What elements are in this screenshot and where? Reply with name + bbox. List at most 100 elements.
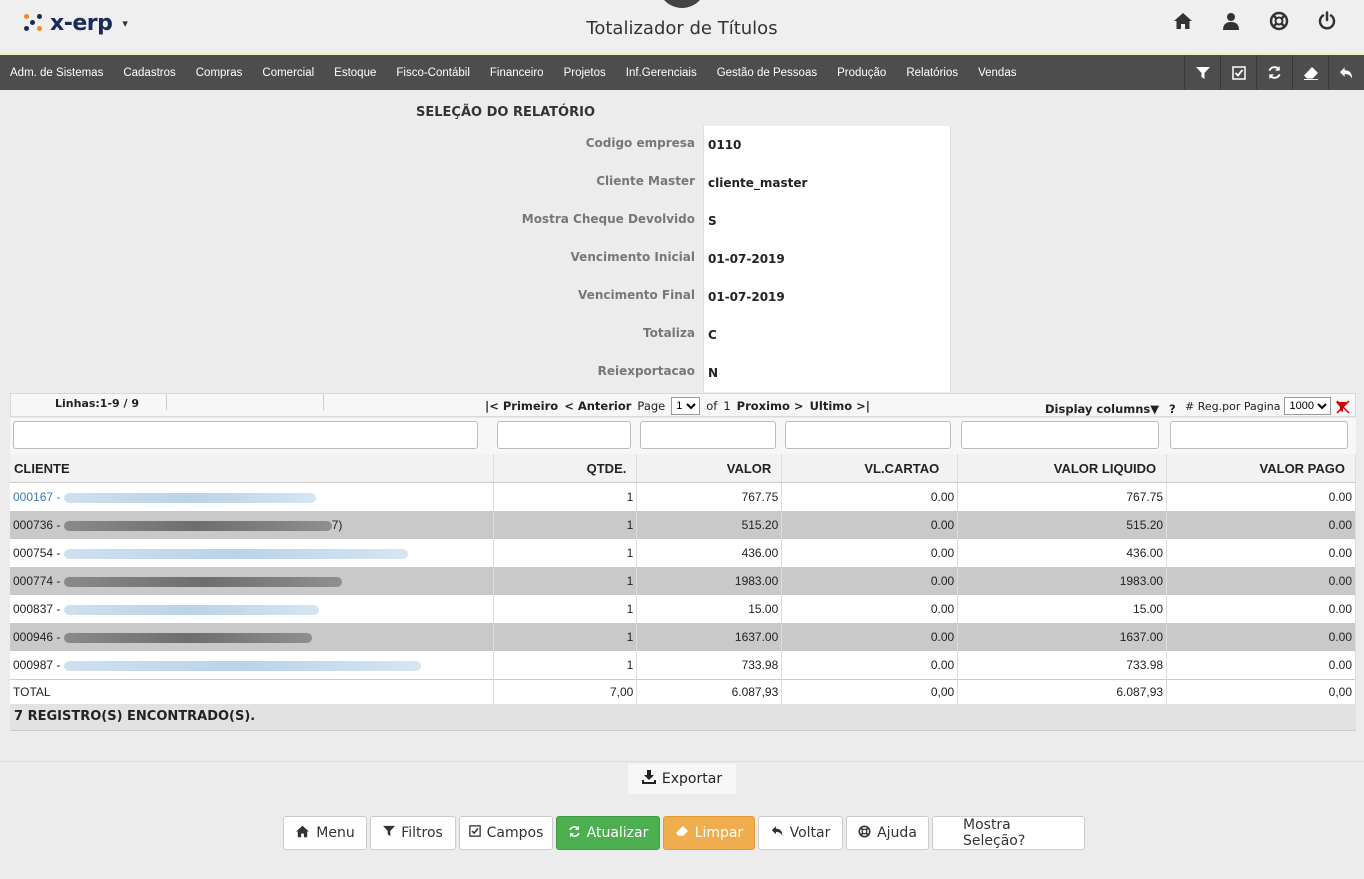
first-page-link[interactable]: |< Primeiro [485, 399, 558, 413]
selection-field-totaliza: Totaliza C [414, 316, 952, 354]
eraser-icon[interactable] [1292, 55, 1328, 90]
menu-item-adm-sistemas[interactable]: Adm. de Sistemas [10, 67, 103, 79]
filter-valor-pago-input[interactable] [1170, 421, 1348, 449]
table-row[interactable]: 000987 - 1 733.98 0.00 733.98 0.00 [10, 651, 1356, 680]
field-value: N [703, 354, 951, 392]
back-icon[interactable] [1328, 55, 1364, 90]
filter-qtde-input[interactable] [497, 421, 631, 449]
menu-item-vendas[interactable]: Vendas [978, 67, 1016, 79]
menu-item-estoque[interactable]: Estoque [334, 67, 376, 79]
power-icon[interactable] [1316, 10, 1338, 32]
field-label: Reiexportacao [597, 364, 695, 378]
top-tab-icon[interactable] [658, 0, 706, 8]
next-page-link[interactable]: Proximo > [737, 399, 804, 413]
col-header-vl-cartao[interactable]: VL.CARTAO [781, 454, 959, 483]
cell-vl-cartao: 0.00 [781, 539, 959, 567]
col-header-valor-pago[interactable]: VALOR PAGO [1166, 454, 1356, 483]
ajuda-button-label: Ajuda [877, 825, 917, 841]
display-columns-button[interactable]: Display columns▼ [1045, 402, 1159, 416]
menu-item-inf-gerenciais[interactable]: Inf.Gerenciais [626, 67, 697, 79]
table-row[interactable]: 000946 - 1 1637.00 0.00 1637.00 0.00 [10, 623, 1356, 651]
table-total-row: TOTAL 7,00 6.087,93 0,00 6.087,93 0,00 [10, 679, 1356, 704]
filter-icon[interactable] [1184, 55, 1220, 90]
atualizar-button[interactable]: Atualizar [556, 816, 660, 850]
campos-button-label: Campos [486, 825, 544, 841]
cell-vl-cartao: 0.00 [781, 482, 959, 511]
cell-valor-pago: 0.00 [1166, 567, 1356, 595]
cell-valor: 1983.00 [636, 567, 783, 595]
col-header-valor[interactable]: VALOR [636, 454, 783, 483]
divider [323, 394, 324, 410]
export-button[interactable]: Exportar [628, 764, 736, 794]
cliente-code: 000774 - [13, 574, 61, 588]
col-header-qtde[interactable]: QTDE. [493, 454, 638, 483]
cell-vl-cartao: 0.00 [781, 511, 959, 539]
cell-cliente[interactable]: 000167 - [10, 482, 495, 511]
cell-qtde: 1 [493, 623, 638, 651]
cell-qtde: 1 [493, 567, 638, 595]
voltar-button[interactable]: Voltar [758, 816, 843, 850]
cell-qtde: 1 [493, 511, 638, 539]
home-icon[interactable] [1172, 10, 1194, 32]
filter-valor-input[interactable] [640, 421, 776, 449]
selection-title: SELEÇÃO DO RELATÓRIO [416, 105, 595, 120]
filtros-button-label: Filtros [401, 825, 443, 841]
cliente-code: 000987 - [13, 658, 61, 672]
cell-valor-pago: 0.00 [1166, 595, 1356, 623]
help-link[interactable]: ? [1169, 402, 1176, 416]
records-per-page-select[interactable]: 1000 [1284, 397, 1332, 415]
cell-cliente: 000754 - [10, 539, 495, 567]
help-lifebuoy-icon[interactable] [1268, 10, 1290, 32]
last-page-link[interactable]: Ultimo >| [810, 399, 870, 413]
records-per-page: # Reg.por Pagina 1000 [1185, 397, 1332, 415]
menu-item-producao[interactable]: Produção [837, 67, 886, 79]
cell-qtde: 1 [493, 539, 638, 567]
cliente-code-link[interactable]: 000167 - [13, 490, 60, 504]
table-row[interactable]: 000167 - 1 767.75 0.00 767.75 0.00 [10, 482, 1356, 511]
menu-item-gestao-pessoas[interactable]: Gestão de Pessoas [717, 67, 817, 79]
refresh-icon[interactable] [1256, 55, 1292, 90]
cell-valor-liquido: 1637.00 [957, 623, 1168, 651]
campos-button[interactable]: Campos [459, 816, 553, 850]
menu-item-compras[interactable]: Compras [196, 67, 243, 79]
cell-total-label: TOTAL [10, 679, 495, 704]
menu-item-relatorios[interactable]: Relatórios [906, 67, 958, 79]
table-row[interactable]: 000754 - 1 436.00 0.00 436.00 0.00 [10, 539, 1356, 567]
menu-item-fisco-contabil[interactable]: Fisco-Contábil [396, 67, 470, 79]
home-icon [295, 825, 310, 842]
menu-item-financeiro[interactable]: Financeiro [490, 67, 544, 79]
clear-filter-icon[interactable] [1335, 400, 1350, 417]
prev-page-link[interactable]: < Anterior [564, 399, 631, 413]
cell-valor-liquido: 515.20 [957, 511, 1168, 539]
action-buttons: Menu Filtros Campos Atualizar Limpar Vol… [283, 816, 1085, 850]
menu-item-comercial[interactable]: Comercial [262, 67, 314, 79]
cell-valor-pago: 0.00 [1166, 651, 1356, 680]
checkbox-icon[interactable] [1220, 55, 1256, 90]
col-header-cliente[interactable]: CLIENTE [10, 454, 495, 483]
cliente-code: 000736 - [13, 518, 61, 532]
filter-cliente-input[interactable] [13, 421, 478, 449]
cell-cliente: 000946 - [10, 623, 495, 651]
cell-total-qtde: 7,00 [493, 679, 638, 704]
table-row[interactable]: 000736 - 7) 1 515.20 0.00 515.20 0.00 [10, 511, 1356, 539]
table-row[interactable]: 000837 - 1 15.00 0.00 15.00 0.00 [10, 595, 1356, 623]
mostra-selecao-button[interactable]: Mostra Seleção? [932, 816, 1085, 850]
limpar-button[interactable]: Limpar [663, 816, 755, 850]
page-select[interactable]: 1 [671, 397, 701, 415]
mostra-selecao-button-label: Mostra Seleção? [963, 817, 1026, 849]
cell-valor-pago: 0.00 [1166, 511, 1356, 539]
field-value: S [703, 202, 951, 240]
ajuda-button[interactable]: Ajuda [846, 816, 929, 850]
menu-item-projetos[interactable]: Projetos [564, 67, 606, 79]
menu-button[interactable]: Menu [283, 816, 367, 850]
table-header-row: CLIENTE QTDE. VALOR VL.CARTAO VALOR LIQU… [10, 454, 1356, 483]
user-icon[interactable] [1220, 10, 1242, 32]
filter-valor-liquido-input[interactable] [961, 421, 1159, 449]
table-row[interactable]: 000774 - 1 1983.00 0.00 1983.00 0.00 [10, 567, 1356, 595]
filter-vl-cartao-input[interactable] [785, 421, 951, 449]
filtros-button[interactable]: Filtros [370, 816, 456, 850]
menu-item-cadastros[interactable]: Cadastros [123, 67, 175, 79]
cell-vl-cartao: 0.00 [781, 567, 959, 595]
col-header-valor-liquido[interactable]: VALOR LIQUIDO [957, 454, 1168, 483]
field-value: 01-07-2019 [703, 240, 951, 278]
